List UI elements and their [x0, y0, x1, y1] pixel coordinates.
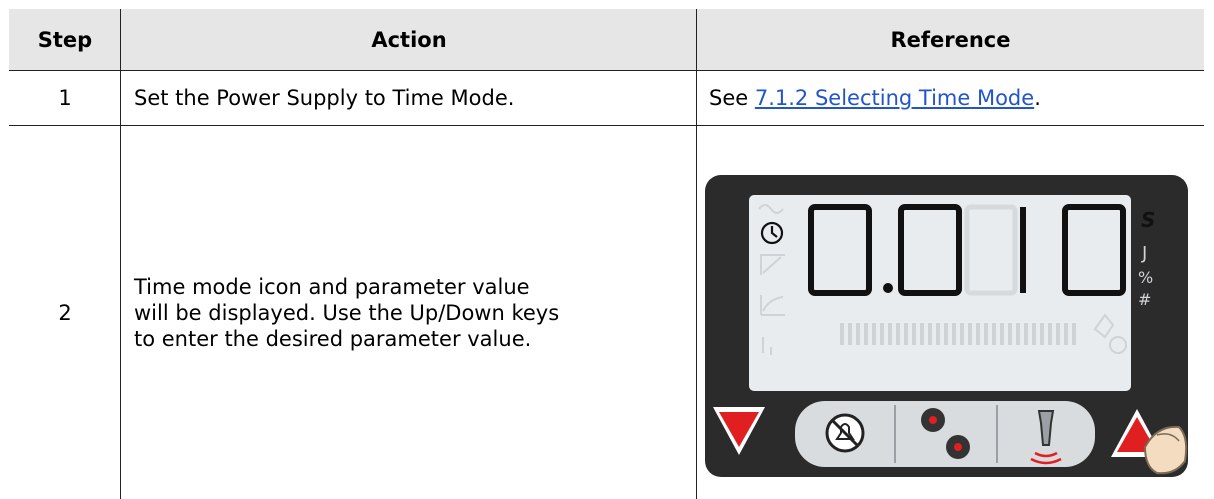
row2-step: 2 [58, 300, 72, 325]
action-line: will be displayed. Use the Up/Down keys [134, 300, 560, 325]
reference-link[interactable]: 7.1.2 Selecting Time Mode [755, 85, 1034, 111]
ghost-unit-count: # [1138, 290, 1151, 309]
row1-reference: See 7.1.2 Selecting Time Mode. [709, 71, 1204, 125]
power-supply-panel: S J % # [705, 175, 1188, 477]
ghost-unit-percent: % [1138, 268, 1153, 287]
reference-prefix: See [709, 86, 755, 110]
ghost-unit-joules: J [1141, 243, 1147, 264]
unit-seconds: S [1141, 208, 1155, 232]
reference-suffix: . [1034, 86, 1041, 110]
header-step: Step [37, 28, 93, 52]
alarm-cancel-icon [825, 413, 865, 453]
row2-action: Time mode icon and parameter value will … [134, 126, 694, 499]
divider [696, 9, 697, 499]
action-line: to enter the desired parameter value. [134, 326, 532, 351]
header-reference: Reference [890, 28, 1011, 52]
header-action: Action [371, 28, 447, 52]
row1-step: 1 [58, 86, 72, 110]
row1-action: Set the Power Supply to Time Mode. [134, 86, 515, 110]
action-line: Time mode icon and parameter value [134, 274, 530, 299]
